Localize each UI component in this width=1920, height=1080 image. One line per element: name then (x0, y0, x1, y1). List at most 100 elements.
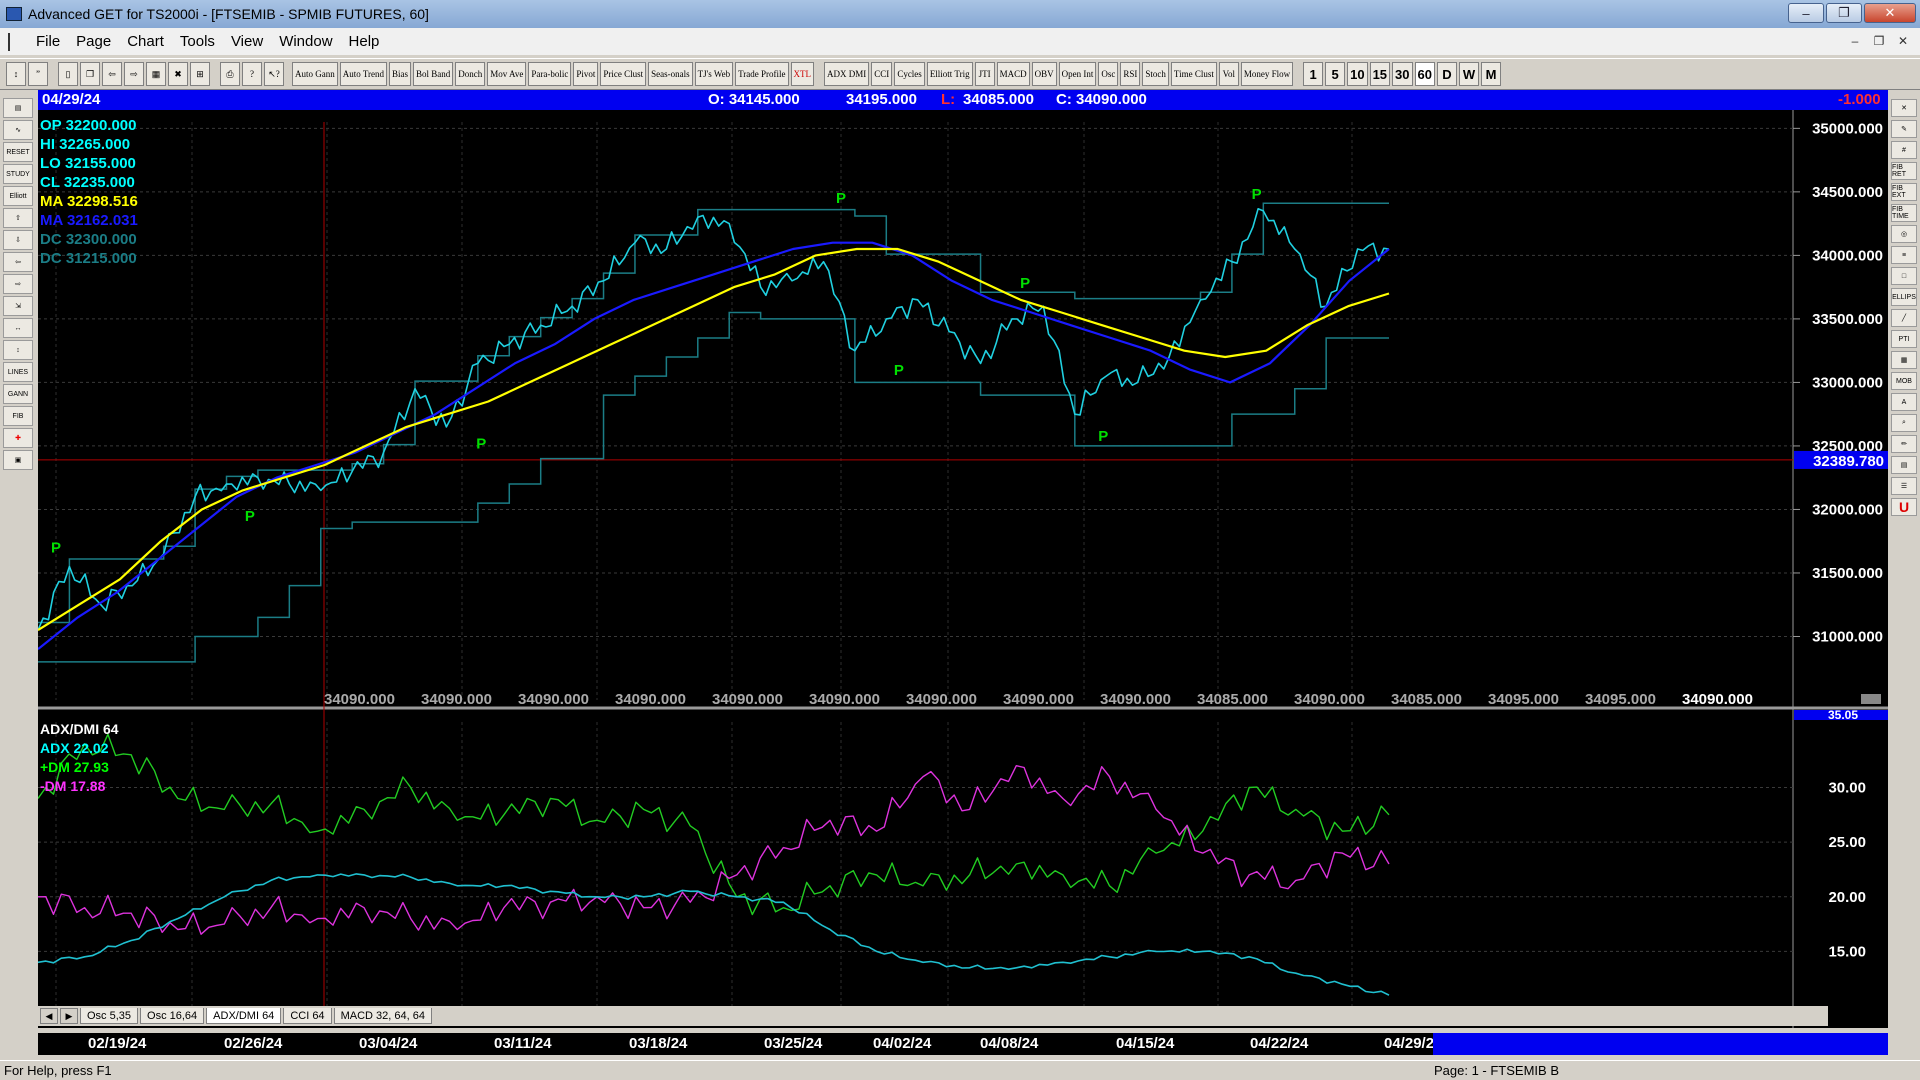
tab-cci-64[interactable]: CCI 64 (283, 1008, 332, 1024)
grid-tool-icon[interactable]: ▦ (1891, 351, 1917, 369)
study-adx-dmi-button[interactable]: ADX DMI (824, 62, 870, 86)
interval-10-button[interactable]: 10 (1347, 62, 1368, 86)
tab-adx-dmi-64[interactable]: ADX/DMI 64 (206, 1008, 282, 1024)
delete-icon[interactable]: ✖ (168, 62, 188, 86)
interval-15-button[interactable]: 15 (1369, 62, 1391, 86)
table-icon[interactable]: ▤ (1891, 456, 1917, 474)
study-jti-button[interactable]: JTI (974, 62, 995, 86)
study-elliott-trig-button[interactable]: Elliott Trig (926, 62, 973, 86)
zoom-icon[interactable]: ⌕ (1891, 414, 1917, 432)
mdi-minimize-button[interactable]: – (1846, 32, 1864, 50)
study-vol-button[interactable]: Vol (1218, 62, 1239, 86)
study-xtl-button[interactable]: XTL (790, 62, 815, 86)
layout-icon[interactable]: ⊞ (190, 62, 210, 86)
study-icon[interactable]: STUDY (3, 164, 33, 184)
interval-1-button[interactable]: 1 (1303, 62, 1324, 86)
interval-30-button[interactable]: 30 (1392, 62, 1413, 86)
study-mov-ave-button[interactable]: Mov Ave (487, 62, 527, 86)
study-osc-button[interactable]: Osc (1098, 62, 1119, 86)
fib-time-icon[interactable]: FIB TIME (1891, 204, 1917, 222)
minimize-button[interactable]: – (1788, 3, 1824, 23)
study-auto-trend-button[interactable]: Auto Trend (339, 62, 388, 86)
interval-5-button[interactable]: 5 (1325, 62, 1346, 86)
study-macd-button[interactable]: MACD (996, 62, 1030, 86)
ellipse-icon[interactable]: ELLIPS (1891, 288, 1917, 306)
menu-file[interactable]: File (28, 33, 68, 50)
pti-icon[interactable]: PTI (1891, 330, 1917, 348)
expand-horizontal-icon[interactable]: ↔ (3, 318, 33, 338)
document-icon[interactable] (8, 32, 22, 51)
back-icon[interactable]: ⇦ (102, 62, 122, 86)
study-obv-button[interactable]: OBV (1031, 62, 1057, 86)
diagonal-icon[interactable]: ╱ (1891, 309, 1917, 327)
right-arrow-icon[interactable]: ⇨ (3, 274, 33, 294)
study-price-clust-button[interactable]: Price Clust (600, 62, 647, 86)
menu-help[interactable]: Help (341, 33, 388, 50)
study-pivot-button[interactable]: Pivot (573, 62, 599, 86)
tab-macd-32-64-64[interactable]: MACD 32, 64, 64 (333, 1008, 432, 1024)
tab-scroll-left-icon[interactable]: ◀ (40, 1008, 58, 1024)
study-stoch-button[interactable]: Stoch (1142, 62, 1169, 86)
study-auto-gann-button[interactable]: Auto Gann (292, 62, 338, 86)
open-icon[interactable]: ▤ (3, 98, 33, 118)
study-donch-button[interactable]: Donch (455, 62, 486, 86)
gann-icon[interactable]: GANN (3, 384, 33, 404)
chart-canvas[interactable]: 35000.000 34500.000 34000.000 33500.000 3300… (38, 110, 1888, 1028)
reset-icon[interactable]: RESET (3, 142, 33, 162)
menu-tools[interactable]: Tools (172, 33, 223, 50)
up-arrow-icon[interactable]: ⇧ (3, 208, 33, 228)
study-rsi-button[interactable]: RSI (1120, 62, 1141, 86)
study-cycles-button[interactable]: Cycles (894, 62, 925, 86)
elliott-icon[interactable]: Elliott (3, 186, 33, 206)
tab-scroll-right-icon[interactable]: ▶ (60, 1008, 78, 1024)
study-cci-button[interactable]: CCI (871, 62, 893, 86)
wave-icon[interactable]: ∿ (3, 120, 33, 140)
highlighter-icon[interactable]: ✏ (1891, 435, 1917, 453)
pointer-icon[interactable]: ↕ (6, 62, 26, 86)
interval-m-button[interactable]: M (1480, 62, 1501, 86)
study-para-bolic-button[interactable]: Para-bolic (528, 62, 572, 86)
u-icon[interactable]: U (1891, 498, 1917, 516)
hash-icon[interactable]: # (1891, 141, 1917, 159)
fib-ret-icon[interactable]: FIB RET (1891, 162, 1917, 180)
left-arrow-icon[interactable]: ⇦ (3, 252, 33, 272)
study-seas-onals-button[interactable]: Seas-onals (648, 62, 693, 86)
tab-osc-5-35[interactable]: Osc 5,35 (80, 1008, 139, 1024)
study-trade-profile-button[interactable]: Trade Profile (735, 62, 789, 86)
chart-area[interactable]: 35000.000 34500.000 34000.000 33500.000 3300… (38, 110, 1888, 1028)
mdi-restore-button[interactable]: ❐ (1870, 32, 1888, 50)
interval-w-button[interactable]: W (1458, 62, 1479, 86)
forward-icon[interactable]: ⇨ (124, 62, 144, 86)
circle-icon[interactable]: ◎ (1891, 225, 1917, 243)
copy-icon[interactable]: ❐ (80, 62, 100, 86)
menu-page[interactable]: Page (68, 33, 119, 50)
folder-icon[interactable]: ▣ (3, 450, 33, 470)
menu-view[interactable]: View (223, 33, 271, 50)
study-money-flow-button[interactable]: Money Flow (1240, 62, 1294, 86)
study-open-int-button[interactable]: Open Int (1058, 62, 1097, 86)
context-help-icon[interactable]: ↖? (264, 62, 284, 86)
interval-d-button[interactable]: D (1436, 62, 1457, 86)
help-icon[interactable]: ? (242, 62, 262, 86)
lines-icon[interactable]: LINES (3, 362, 33, 382)
study-tj-s-web-button[interactable]: TJ's Web (694, 62, 734, 86)
tab-osc-16-64[interactable]: Osc 16,64 (140, 1008, 205, 1024)
expand-vertical-icon[interactable]: ↕ (3, 340, 33, 360)
quote-icon[interactable]: ” (28, 62, 48, 86)
list-icon[interactable]: ☰ (1891, 477, 1917, 495)
box-icon[interactable]: □ (1891, 267, 1917, 285)
interval-60-button[interactable]: 60 (1414, 62, 1435, 86)
close-button[interactable]: ✕ (1864, 3, 1916, 23)
close-tool-icon[interactable]: ✕ (1891, 99, 1917, 117)
compress-icon[interactable]: ⇲ (3, 296, 33, 316)
down-arrow-icon[interactable]: ⇩ (3, 230, 33, 250)
print-icon[interactable]: ⎙ (220, 62, 240, 86)
pencil-icon[interactable]: ✎ (1891, 120, 1917, 138)
menu-chart[interactable]: Chart (119, 33, 172, 50)
mob-icon[interactable]: MOB (1891, 372, 1917, 390)
study-bol-band-button[interactable]: Bol Band (413, 62, 454, 86)
study-bias-button[interactable]: Bias (389, 62, 412, 86)
restore-button[interactable]: ❐ (1826, 3, 1862, 23)
crosshair-icon[interactable]: ✚ (3, 428, 33, 448)
text-tool-icon[interactable]: A (1891, 393, 1917, 411)
